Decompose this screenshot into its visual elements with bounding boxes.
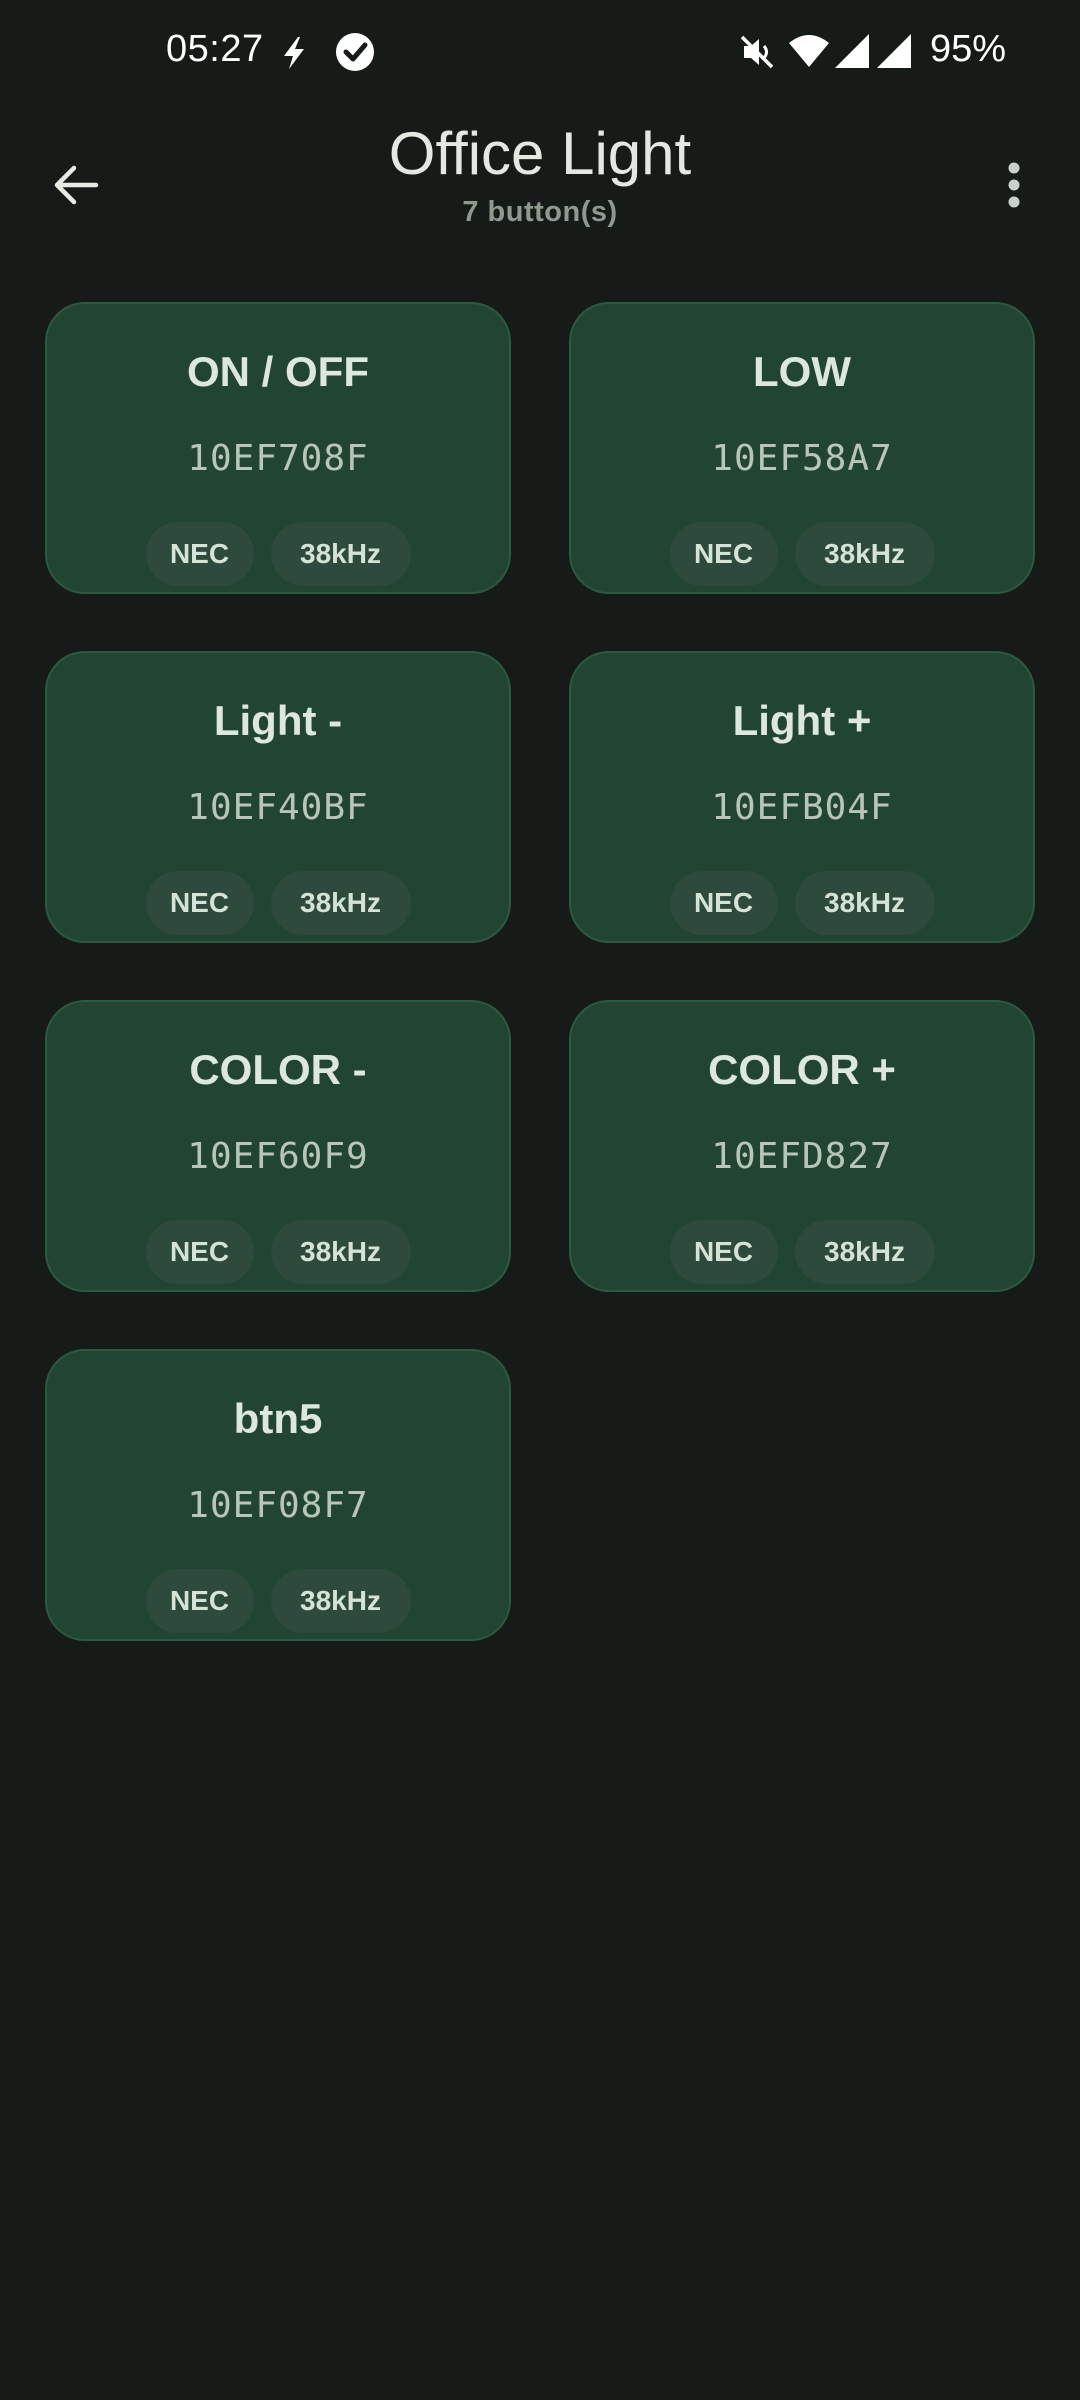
ir-button-code: 10EF58A7 (711, 438, 893, 479)
frequency-chip: 38kHz (794, 1220, 935, 1284)
frequency-chip: 38kHz (270, 1569, 411, 1633)
ir-button-card[interactable]: Light - 10EF40BF NEC 38kHz (45, 651, 511, 943)
ir-button-chips: NEC 38kHz (571, 1220, 1033, 1284)
protocol-chip: NEC (145, 871, 254, 935)
ir-button-chips: NEC 38kHz (571, 871, 1033, 935)
status-time: 05:27 (166, 28, 264, 70)
page-subtitle: 7 button(s) (462, 196, 618, 228)
ir-button-name: ON / OFF (187, 348, 369, 395)
ir-button-name: Light - (213, 697, 343, 744)
ir-button-code: 10EF60F9 (187, 1136, 369, 1177)
ir-button-chips: NEC 38kHz (47, 871, 509, 935)
ir-button-card[interactable]: COLOR - 10EF60F9 NEC 38kHz (45, 1000, 511, 1292)
ir-button-card[interactable]: ON / OFF 10EF708F NEC 38kHz (45, 302, 511, 594)
ir-button-code: 10EFB04F (711, 787, 893, 828)
more-options-button[interactable] (974, 145, 1054, 225)
back-button[interactable] (36, 145, 116, 225)
ir-button-name: COLOR - (189, 1046, 367, 1093)
protocol-chip: NEC (669, 1220, 778, 1284)
bolt-icon (284, 37, 304, 69)
protocol-chip: NEC (145, 1220, 254, 1284)
ir-button-name: Light + (732, 697, 872, 744)
ir-button-code: 10EF40BF (187, 787, 369, 828)
ir-button-card[interactable]: LOW 10EF58A7 NEC 38kHz (569, 302, 1035, 594)
ir-button-code: 10EF708F (187, 438, 369, 479)
signal-icon (877, 34, 911, 68)
ir-button-grid: ON / OFF 10EF708F NEC 38kHz LOW 10EF58A7… (45, 302, 1035, 1641)
ir-button-name: btn5 (233, 1395, 323, 1442)
status-bar: 05:27 95% (0, 0, 1080, 100)
ir-button-chips: NEC 38kHz (571, 522, 1033, 586)
ir-button-card[interactable]: btn5 10EF08F7 NEC 38kHz (45, 1349, 511, 1641)
app-bar: Office Light 7 button(s) (0, 100, 1080, 260)
page-title: Office Light (388, 120, 692, 187)
frequency-chip: 38kHz (794, 522, 935, 586)
title-block: Office Light 7 button(s) (200, 118, 880, 229)
ir-button-name: LOW (753, 348, 851, 395)
mute-icon (740, 35, 774, 69)
ir-button-code: 10EFD827 (711, 1136, 893, 1177)
wifi-icon (789, 35, 829, 67)
check-circle-icon (336, 33, 374, 71)
ir-button-code: 10EF08F7 (187, 1485, 369, 1526)
signal-icon (835, 34, 869, 68)
more-vertical-icon (1008, 162, 1020, 208)
frequency-chip: 38kHz (794, 871, 935, 935)
ir-button-name: COLOR + (708, 1046, 896, 1093)
protocol-chip: NEC (669, 522, 778, 586)
protocol-chip: NEC (669, 871, 778, 935)
frequency-chip: 38kHz (270, 1220, 411, 1284)
arrow-left-icon (54, 165, 99, 205)
ir-button-chips: NEC 38kHz (47, 522, 509, 586)
ir-button-chips: NEC 38kHz (47, 1569, 509, 1633)
protocol-chip: NEC (145, 1569, 254, 1633)
protocol-chip: NEC (145, 522, 254, 586)
battery-percent: 95% (930, 28, 1007, 70)
ir-button-chips: NEC 38kHz (47, 1220, 509, 1284)
frequency-chip: 38kHz (270, 871, 411, 935)
ir-button-card[interactable]: Light + 10EFB04F NEC 38kHz (569, 651, 1035, 943)
ir-button-card[interactable]: COLOR + 10EFD827 NEC 38kHz (569, 1000, 1035, 1292)
frequency-chip: 38kHz (270, 522, 411, 586)
